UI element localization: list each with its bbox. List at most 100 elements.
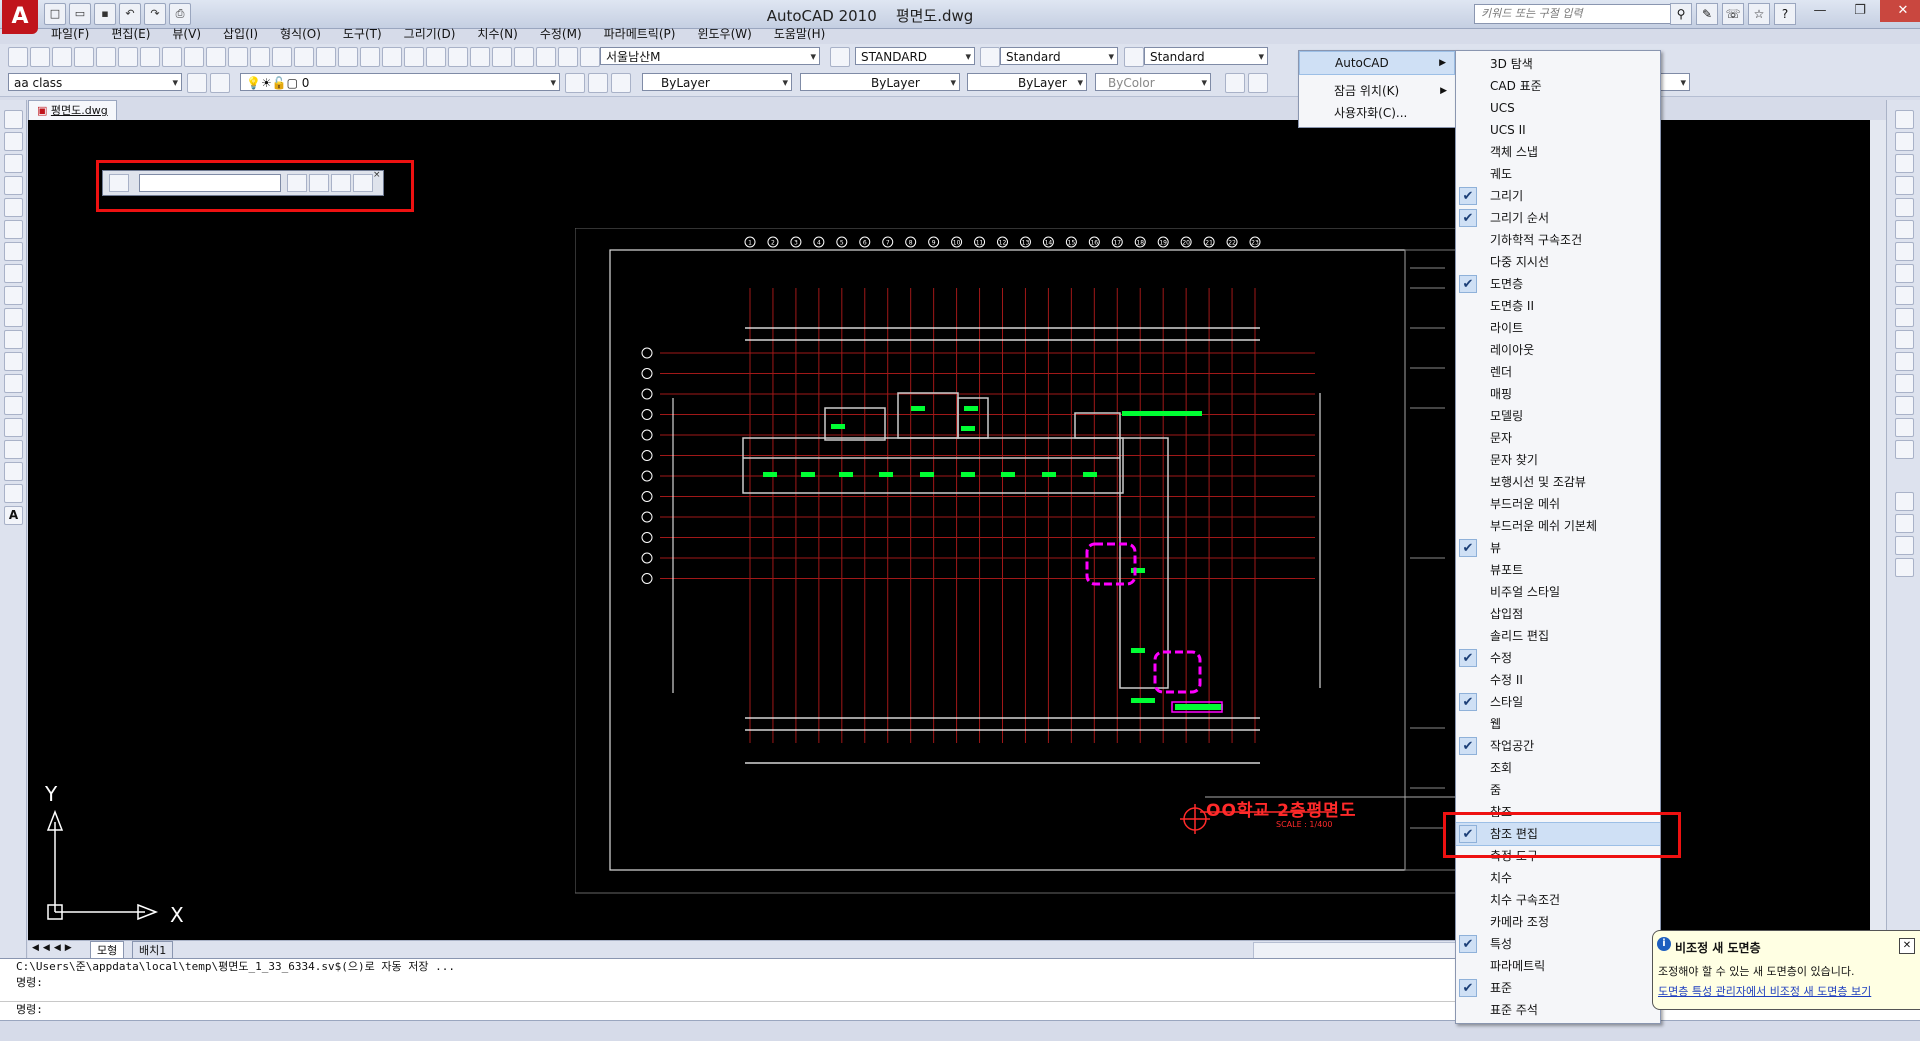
layer-select[interactable]: 💡☀🔓▢ 0 — [240, 73, 560, 92]
trim-icon[interactable] — [1895, 308, 1914, 327]
spline-icon[interactable] — [4, 286, 23, 305]
menu-edit[interactable]: 편집(E) — [100, 24, 161, 44]
view-icon[interactable] — [1225, 73, 1245, 93]
menu-tools[interactable]: 도구(T) — [332, 24, 393, 44]
toolbar-item[interactable]: 궤도 — [1456, 163, 1660, 185]
toolbar-item[interactable]: 삽입점 — [1456, 603, 1660, 625]
toolbar-item[interactable]: 다중 지시선 — [1456, 251, 1660, 273]
3dprint-icon[interactable] — [140, 47, 160, 67]
mleader-style-select[interactable]: Standard — [1144, 47, 1268, 66]
layer-isolate-icon[interactable] — [611, 73, 631, 93]
zoom-previous-icon[interactable] — [404, 47, 424, 67]
help-icon[interactable]: ? — [1774, 3, 1796, 25]
revcloud-icon[interactable] — [4, 264, 23, 283]
make-block-icon[interactable] — [4, 374, 23, 393]
toolbar-item[interactable]: 표준 주석 — [1456, 999, 1660, 1021]
polygon-icon[interactable] — [4, 176, 23, 195]
menu-format[interactable]: 형식(O) — [269, 24, 332, 44]
toolbar-item[interactable]: CAD 표준 — [1456, 75, 1660, 97]
help-search-input[interactable]: 키워드 또는 구절 입력 — [1474, 4, 1672, 24]
erase-icon[interactable] — [1895, 110, 1914, 129]
redo-icon[interactable]: ↷ — [144, 3, 166, 25]
toolbar-item[interactable]: 3D 탐색 — [1456, 53, 1660, 75]
arc-icon[interactable] — [4, 220, 23, 239]
maximize-button[interactable]: ❐ — [1840, 0, 1880, 22]
gradient-icon[interactable] — [4, 440, 23, 459]
menu-insert[interactable]: 삽입(I) — [212, 24, 269, 44]
properties-icon[interactable] — [426, 47, 446, 67]
sheetset-icon[interactable] — [162, 47, 182, 67]
linetype-select[interactable]: ByLayer — [800, 73, 960, 92]
lineweight-select[interactable]: ByLayer — [967, 73, 1087, 92]
hatch-icon[interactable] — [4, 418, 23, 437]
layer-manager-icon[interactable] — [210, 73, 230, 93]
toolbar-item[interactable]: 카메라 조정 — [1456, 911, 1660, 933]
table-icon[interactable] — [4, 484, 23, 503]
help-icon[interactable] — [558, 47, 578, 67]
draworder-above-icon[interactable] — [1895, 536, 1914, 555]
offset-icon[interactable] — [1895, 176, 1914, 195]
table-style-select[interactable]: Standard — [1000, 47, 1118, 66]
menu-window[interactable]: 윈도우(W) — [686, 24, 762, 44]
print-icon[interactable] — [74, 47, 94, 67]
tool-palettes-icon[interactable] — [470, 47, 490, 67]
close-icon[interactable]: ✕ — [1899, 938, 1915, 954]
toolbar-item[interactable]: 웹 — [1456, 713, 1660, 735]
line-icon[interactable] — [4, 110, 23, 129]
zoom-window-icon[interactable] — [382, 47, 402, 67]
toolbar-item[interactable]: ✔ 스타일 — [1456, 691, 1660, 713]
ellipse-arc-icon[interactable] — [4, 330, 23, 349]
paste-icon[interactable] — [228, 47, 248, 67]
toolbar-item[interactable]: 치수 — [1456, 867, 1660, 889]
save-icon[interactable]: ▪ — [94, 3, 116, 25]
menu-dimension[interactable]: 치수(N) — [466, 24, 528, 44]
toolbar-item[interactable]: 레이아웃 — [1456, 339, 1660, 361]
toolbar-item[interactable]: 도면층 II — [1456, 295, 1660, 317]
join-icon[interactable] — [1895, 374, 1914, 393]
copy-icon[interactable] — [206, 47, 226, 67]
workspace-settings-icon[interactable] — [187, 73, 207, 93]
point-icon[interactable] — [4, 396, 23, 415]
toolbar-item[interactable]: UCS — [1456, 97, 1660, 119]
toolbar-item[interactable]: ✔ 작업공간 — [1456, 735, 1660, 757]
menu-file[interactable]: 파일(F) — [40, 24, 100, 44]
block-editor-icon[interactable] — [272, 47, 292, 67]
undo-icon[interactable] — [294, 47, 314, 67]
publish-icon[interactable] — [118, 47, 138, 67]
draworder-front-icon[interactable] — [1895, 492, 1914, 511]
toolbar-item[interactable]: 렌더 — [1456, 361, 1660, 383]
mirror-icon[interactable] — [1895, 154, 1914, 173]
toolbar-item[interactable]: ✔ 뷰 — [1456, 537, 1660, 559]
pan-icon[interactable] — [338, 47, 358, 67]
favorites-star-icon[interactable]: ☆ — [1748, 3, 1770, 25]
toolbar-item[interactable]: 파라메트릭 — [1456, 955, 1660, 977]
insert-block-icon[interactable] — [4, 352, 23, 371]
toolbar-item[interactable]: 수정 II — [1456, 669, 1660, 691]
toolbar-item[interactable]: 모델링 — [1456, 405, 1660, 427]
toolbar-item[interactable]: ✔ 그리기 — [1456, 185, 1660, 207]
dim-style-icon[interactable] — [830, 47, 850, 67]
save-icon[interactable] — [52, 47, 72, 67]
toolbar-item[interactable]: 보행시선 및 조감뷰 — [1456, 471, 1660, 493]
undo-icon[interactable]: ↶ — [119, 3, 141, 25]
layer-previous-icon[interactable] — [588, 73, 608, 93]
design-center-icon[interactable] — [448, 47, 468, 67]
calculator-icon[interactable] — [536, 47, 556, 67]
plot-icon[interactable]: ⎙ — [169, 3, 191, 25]
toolbar-item[interactable]: 객체 스냅 — [1456, 141, 1660, 163]
explode-icon[interactable] — [1895, 440, 1914, 459]
zoom-realtime-icon[interactable] — [360, 47, 380, 67]
circle-icon[interactable] — [4, 242, 23, 261]
fillet-icon[interactable] — [1895, 418, 1914, 437]
cut-icon[interactable] — [184, 47, 204, 67]
menu-modify[interactable]: 수정(M) — [529, 24, 593, 44]
menu-parametric[interactable]: 파라메트릭(P) — [593, 24, 687, 44]
toolbar-item[interactable]: ✔ 도면층 — [1456, 273, 1660, 295]
viewport-icon[interactable] — [1248, 73, 1268, 93]
toolbar-item[interactable]: ✔ 표준 — [1456, 977, 1660, 999]
extend-icon[interactable] — [1895, 330, 1914, 349]
new-file-icon[interactable]: □ — [44, 3, 66, 25]
toolbar-item[interactable]: UCS II — [1456, 119, 1660, 141]
toolbar-item[interactable]: ✔ 수정 — [1456, 647, 1660, 669]
copy-object-icon[interactable] — [1895, 132, 1914, 151]
